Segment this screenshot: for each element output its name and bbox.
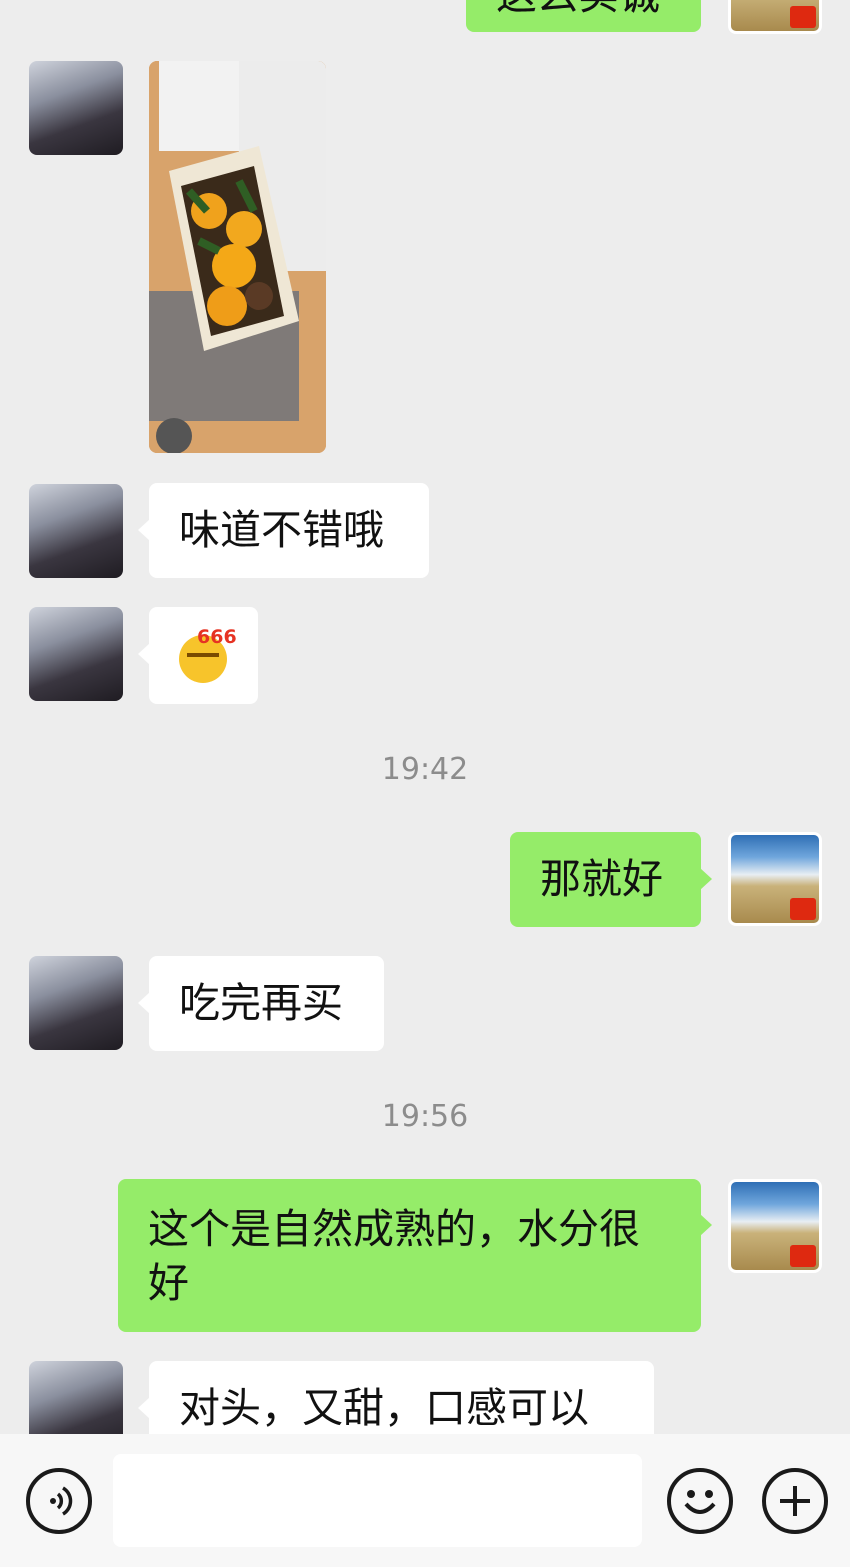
message-text: 那就好 xyxy=(540,855,663,903)
avatar-contact[interactable] xyxy=(29,607,123,701)
voice-icon xyxy=(50,1486,73,1516)
input-toolbar xyxy=(0,1434,850,1567)
message-text: 对头，又甜，口感可以 xyxy=(179,1384,589,1432)
avatar-contact[interactable] xyxy=(29,956,123,1050)
message-bubble-self[interactable]: 这个是自然成熟的，水分很好 xyxy=(118,1179,701,1332)
message-text: 味道不错哦 xyxy=(179,506,384,554)
avatar-contact[interactable] xyxy=(29,484,123,578)
message-text: 吃完再买 xyxy=(179,979,343,1027)
timestamp: 19:42 xyxy=(381,752,469,787)
bubble-tail xyxy=(700,868,712,890)
message-bubble-contact[interactable]: 对头，又甜，口感可以 xyxy=(149,1361,654,1434)
message-bubble-contact[interactable]: 吃完再买 xyxy=(149,956,384,1051)
message-text: 这个是自然成熟的，水分很好 xyxy=(148,1205,640,1307)
avatar-contact[interactable] xyxy=(29,61,123,155)
message-bubble-self[interactable]: 那就好 xyxy=(510,832,701,927)
emoji-button[interactable] xyxy=(667,1468,733,1534)
avatar-self[interactable] xyxy=(728,0,822,34)
emoji-caption: 666 xyxy=(197,626,237,648)
bubble-tail xyxy=(700,1214,712,1236)
china-flag-icon xyxy=(790,898,816,920)
message-bubble-contact[interactable]: 666 xyxy=(149,607,258,704)
avatar-self[interactable] xyxy=(728,1179,822,1273)
avatar-contact[interactable] xyxy=(29,1361,123,1434)
emoji-icon xyxy=(684,1490,716,1514)
more-button[interactable] xyxy=(762,1468,828,1534)
timestamp: 19:56 xyxy=(381,1099,469,1134)
oranges-in-box-photo xyxy=(149,61,326,453)
message-text: 这么实诚 xyxy=(496,0,660,19)
emoji-666-eyes xyxy=(187,653,219,657)
message-bubble-contact[interactable]: 味道不错哦 xyxy=(149,483,429,578)
message-bubble-self[interactable]: 这么实诚 xyxy=(466,0,701,32)
chat-message-list[interactable]: 这么实诚 味道不错哦 666 1 xyxy=(0,0,850,1434)
message-input[interactable] xyxy=(113,1454,642,1547)
image-message[interactable] xyxy=(149,61,326,453)
china-flag-icon xyxy=(790,6,816,28)
plus-icon xyxy=(780,1486,810,1516)
voice-button[interactable] xyxy=(26,1468,92,1534)
avatar-self[interactable] xyxy=(728,832,822,926)
china-flag-icon xyxy=(790,1245,816,1267)
